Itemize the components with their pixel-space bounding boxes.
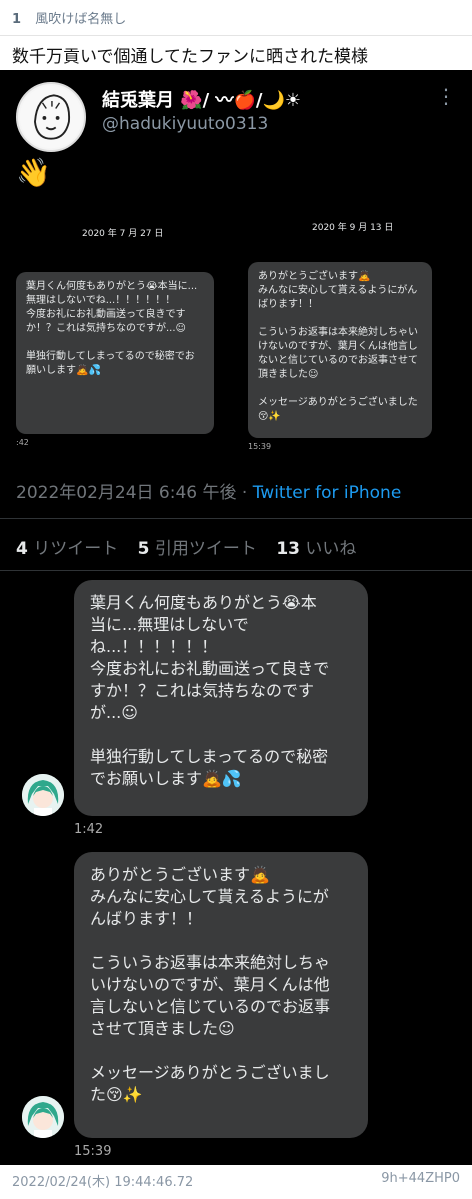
- post-datetime: 2022/02/24(木) 19:44:46.72: [12, 1175, 194, 1190]
- tweet-screenshot: 結兎葉月 🌺/ 〰🍎/🌙☀ @hadukiyuuto0313 ⋮ 👋 2020 …: [0, 70, 472, 1165]
- post-number[interactable]: 1: [12, 12, 21, 27]
- dm-time-1: 1:42: [74, 822, 104, 837]
- more-options-icon[interactable]: ⋮: [436, 84, 456, 108]
- tweet-datetime[interactable]: 2022年02月24日 6:46 午後 ·: [16, 483, 253, 503]
- divider: [0, 570, 472, 571]
- post-meta: 1 風吹けば名無し: [0, 0, 472, 36]
- tweet-stats: 4 リツイート 5 引用ツイート 13 いいね: [16, 534, 370, 559]
- poster-id[interactable]: 9h+44ZHP0: [381, 1171, 460, 1186]
- mini-dm-time-left: :42: [16, 438, 29, 447]
- retweet-stat[interactable]: 4 リツイート: [16, 539, 118, 559]
- dm-message-2: ありがとうございます🙇 みんなに安心して貰えるようにが んばります！！ こういう…: [74, 852, 368, 1138]
- tweet-timestamp: 2022年02月24日 6:46 午後 · Twitter for iPhone: [16, 478, 401, 503]
- mini-dm-date-left: 2020 年 7 月 27 日: [82, 229, 164, 239]
- mini-dm-date-right: 2020 年 9 月 13 日: [312, 223, 394, 233]
- mini-dm-bubble-right: ありがとうございます🙇 みんなに安心して貰えるようにがんばります！！ こういうお…: [248, 262, 432, 438]
- anime-avatar-icon: [22, 774, 64, 816]
- divider: [0, 518, 472, 519]
- mini-dm-time-right: 15:39: [248, 442, 272, 451]
- anime-avatar-icon: [22, 1096, 64, 1138]
- post-footer: 2022/02/24(木) 19:44:46.72 9h+44ZHP0: [0, 1165, 472, 1199]
- user-handle[interactable]: @hadukiyuuto0313: [102, 114, 268, 134]
- quote-stat[interactable]: 5 引用ツイート: [138, 539, 257, 559]
- dm-time-2: 15:39: [74, 1144, 112, 1159]
- dm-avatar-2[interactable]: [22, 1096, 64, 1138]
- poster-name: 風吹けば名無し: [35, 12, 127, 27]
- wave-emoji: 👋: [16, 156, 51, 189]
- display-name[interactable]: 結兎葉月 🌺/ 〰🍎/🌙☀: [102, 86, 301, 112]
- dm-message-1: 葉月くん何度もありがとう😭本 当に...無理はしないで ね...！！！！！！ 今…: [74, 580, 368, 816]
- doodle-face-icon: [19, 85, 83, 149]
- dm-avatar-1[interactable]: [22, 774, 64, 816]
- mini-dm-bubble-left: 葉月くん何度もありがとう😭本当に...無理はしないでね...！！！！！！ 今度お…: [16, 272, 214, 434]
- profile-avatar[interactable]: [16, 82, 86, 152]
- tweet-source[interactable]: Twitter for iPhone: [253, 483, 402, 503]
- post-title: 数千万貢いで個通してたファンに晒された模様: [0, 36, 472, 70]
- like-stat[interactable]: 13 いいね: [276, 539, 356, 559]
